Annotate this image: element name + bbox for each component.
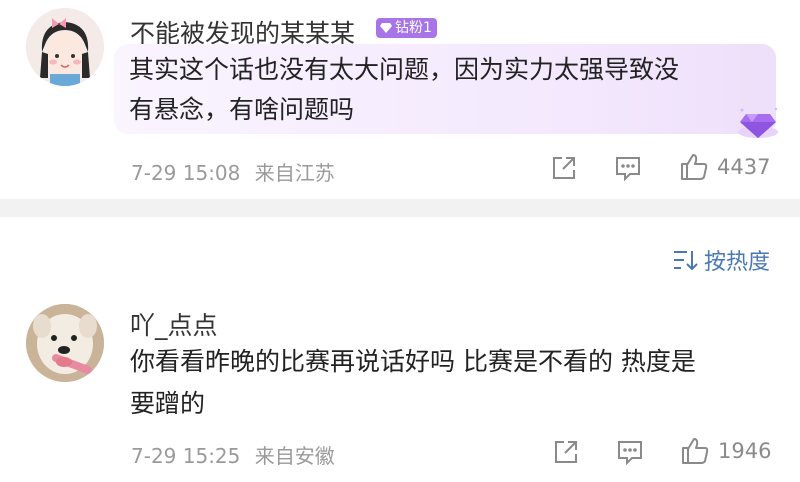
location: 来自安徽: [254, 444, 335, 468]
reply-button[interactable]: [614, 154, 642, 182]
share-icon: [550, 154, 578, 182]
comment-item: 吖_点点 你看看昨晚的比赛再说话好吗 比赛是不看的 热度是 要蹭的 7-29 1…: [0, 290, 800, 482]
badge-label: 钻粉1: [395, 20, 432, 36]
comment-item: 不能被发现的某某某 钻粉1 其实这个话也没有太大问题，因为实力太强导致没 有悬念…: [0, 0, 800, 199]
comment-bubble[interactable]: 其实这个话也没有太大问题，因为实力太强导致没 有悬念，有啥问题吗: [114, 44, 778, 138]
comment-text-line2: 要蹭的: [130, 389, 206, 418]
comment-text-line2: 有悬念，有啥问题吗: [129, 95, 355, 124]
comment-icon: [614, 154, 642, 182]
like-button[interactable]: 4437: [679, 152, 770, 182]
timestamp: 7-29 15:08: [131, 161, 241, 185]
share-button[interactable]: [552, 438, 580, 466]
comment-meta: 7-29 15:25 来自安徽: [131, 440, 335, 469]
location: 来自江苏: [254, 161, 335, 185]
username[interactable]: 吖_点点: [130, 306, 218, 342]
like-icon: [679, 152, 709, 182]
sort-icon: [672, 249, 698, 271]
like-count: 4437: [717, 155, 771, 179]
avatar-image: [26, 304, 104, 382]
fan-badge[interactable]: 钻粉1: [376, 18, 437, 38]
diamond-decoration-icon: [736, 106, 780, 146]
comment-text-line1: 你看看昨晚的比赛再说话好吗 比赛是不看的 热度是: [130, 347, 696, 376]
reply-button[interactable]: [616, 438, 644, 466]
avatar[interactable]: [26, 8, 104, 86]
share-button[interactable]: [550, 154, 578, 182]
sort-toggle[interactable]: 按热度: [672, 244, 770, 276]
comment-meta: 7-29 15:08 来自江苏: [131, 157, 335, 186]
like-icon: [680, 436, 710, 466]
comment-icon: [616, 438, 644, 466]
avatar-image: [26, 8, 104, 86]
sort-label: 按热度: [704, 250, 771, 275]
like-button[interactable]: 1946: [680, 436, 771, 466]
section-divider: [0, 199, 800, 217]
diamond-icon: [379, 22, 393, 34]
timestamp: 7-29 15:25: [131, 444, 241, 468]
avatar[interactable]: [26, 304, 104, 382]
share-icon: [552, 438, 580, 466]
comment-text-line1: 其实这个话也没有太大问题，因为实力太强导致没: [129, 55, 680, 84]
like-count: 1946: [718, 439, 772, 463]
